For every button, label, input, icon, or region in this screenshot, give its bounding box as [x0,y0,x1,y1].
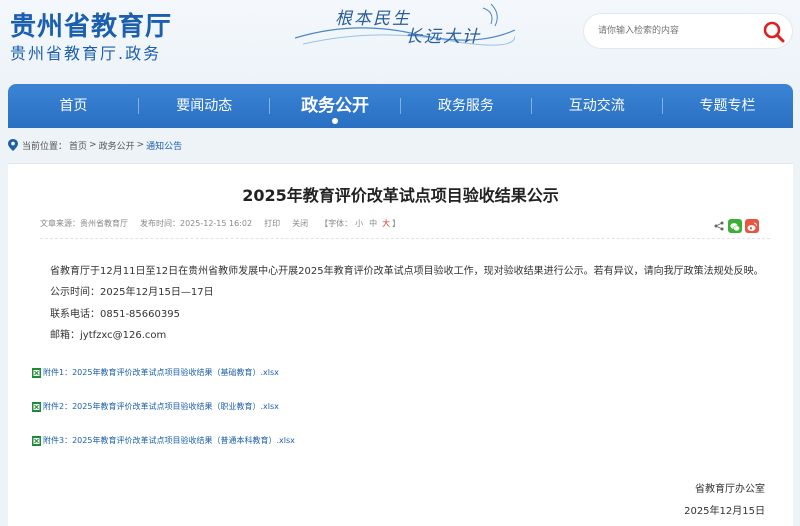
font-size-prefix: 【字体： [320,219,353,228]
contact-phone: 联系电话：0851-85660395 [50,309,180,320]
breadcrumb-prefix: 当前位置： [22,141,68,152]
wechat-share-icon[interactable] [728,219,742,233]
nav-divider [662,98,663,114]
excel-file-icon [32,367,41,378]
nav-divider [531,98,532,114]
article-publish-time: 发布时间：2025-12-15 16:02 [140,219,253,228]
breadcrumb: 当前位置： 首页 > 政务公开 > 通知公告 [8,137,184,153]
nav-divider [400,98,401,114]
main-nav: 首页 要闻动态 政务公开 政务服务 互动交流 专题专栏 [8,84,793,128]
article-paragraph: 省教育厅于12月11日至12日在贵州省教师发展中心开展2025年教育评价改革试点… [50,266,764,277]
share-bar [714,219,759,233]
attachment-label[interactable]: 附件2：2025年教育评价改革试点项目验收结果（职业教育）.xlsx [43,401,279,412]
breadcrumb-separator: > [89,140,97,150]
nav-item-topics[interactable]: 专题专栏 [662,84,793,128]
nav-item-gov-affairs[interactable]: 政务公开 [270,84,401,128]
breadcrumb-home[interactable]: 首页 [69,139,87,152]
slogan-line1: 根本民生 [335,9,411,29]
attachment-label[interactable]: 附件1：2025年教育评价改革试点项目验收结果（基础教育）.xlsx [43,367,279,378]
article-meta: 文章来源：贵州省教育厅 发布时间：2025-12-15 16:02 打印 关闭 … [40,218,400,229]
excel-file-icon [32,435,41,446]
slogan-banner: 根本民生 长远大计 [295,0,515,50]
excel-file-icon [32,401,41,412]
share-icon[interactable] [714,221,724,231]
signature-org: 省教育厅办公室 [695,484,765,495]
font-size-medium[interactable]: 中 [369,218,377,229]
article-source: 文章来源：贵州省教育厅 [40,219,128,228]
breadcrumb-section[interactable]: 政务公开 [99,139,135,152]
signature-date: 2025年12月15日 [684,506,765,517]
nav-item-news[interactable]: 要闻动态 [139,84,270,128]
font-size-suffix: 】 [392,219,401,228]
site-header: 贵州省教育厅 贵州省教育厅.政务 根本民生 长远大计 [0,0,800,80]
weibo-share-icon[interactable] [745,219,759,233]
nav-divider [269,98,270,114]
nav-item-home[interactable]: 首页 [8,84,139,128]
close-link[interactable]: 关闭 [292,218,308,229]
search-icon[interactable] [762,20,786,44]
search-box [584,14,792,48]
attachment-link-2[interactable]: 附件2：2025年教育评价改革试点项目验收结果（职业教育）.xlsx [32,401,279,412]
contact-email: 邮箱：jytfzxc@126.com [50,330,167,341]
article-card: 2025年教育评价改革试点项目验收结果公示 文章来源：贵州省教育厅 发布时间：2… [8,163,793,526]
slogan-line2: 长远大计 [405,27,481,47]
attachment-link-3[interactable]: 附件3：2025年教育评价改革试点项目验收结果（普通本科教育）.xlsx [32,435,295,446]
font-size-small[interactable]: 小 [355,218,363,229]
nav-item-interaction[interactable]: 互动交流 [531,84,662,128]
breadcrumb-separator: > [136,140,145,150]
breadcrumb-current[interactable]: 通知公告 [146,139,182,152]
article-title: 2025年教育评价改革试点项目验收结果公示 [242,186,559,205]
site-logo-subtitle: 贵州省教育厅.政务 [10,44,162,63]
site-logo-title[interactable]: 贵州省教育厅 [10,6,172,43]
location-pin-icon [8,139,18,151]
search-input[interactable] [598,22,758,40]
font-size-large[interactable]: 大 [382,218,390,229]
nav-divider [138,98,139,114]
print-link[interactable]: 打印 [264,218,280,229]
publicity-period: 公示时间：2025年12月15日—17日 [50,287,214,298]
attachment-link-1[interactable]: 附件1：2025年教育评价改革试点项目验收结果（基础教育）.xlsx [32,367,279,378]
nav-item-services[interactable]: 政务服务 [400,84,531,128]
attachment-label[interactable]: 附件3：2025年教育评价改革试点项目验收结果（普通本科教育）.xlsx [43,435,295,446]
meta-divider [40,238,770,239]
